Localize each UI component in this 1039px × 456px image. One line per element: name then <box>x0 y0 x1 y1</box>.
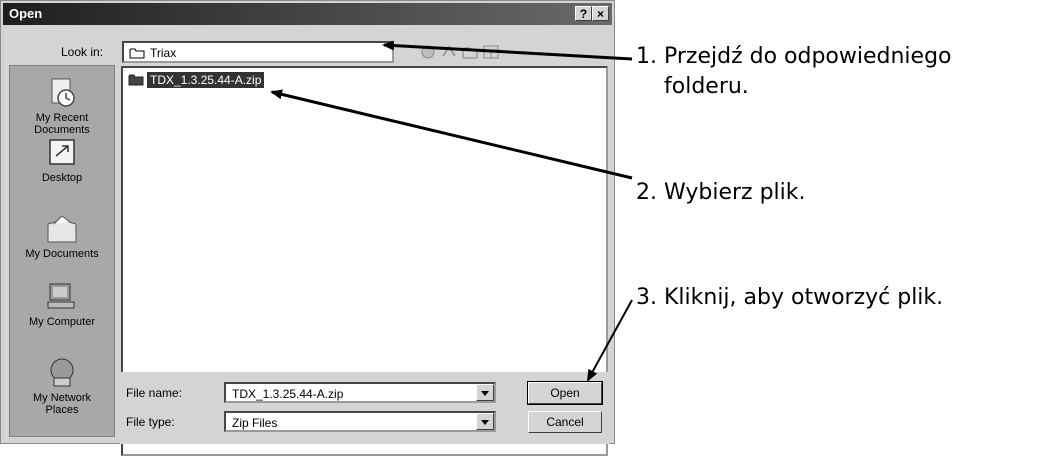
arrow-step1 <box>382 40 633 61</box>
arrow-step2 <box>270 89 633 180</box>
annotation-step1-line2: folderu. <box>664 74 749 99</box>
annotation-step3: 3. Kliknij, aby otworzyć plik. <box>636 285 944 310</box>
annotation-step1-line1: 1. Przejdź do odpowiedniego <box>636 44 952 69</box>
annotation-step2: 2. Wybierz plik. <box>636 180 806 205</box>
arrow-step3 <box>587 299 633 382</box>
